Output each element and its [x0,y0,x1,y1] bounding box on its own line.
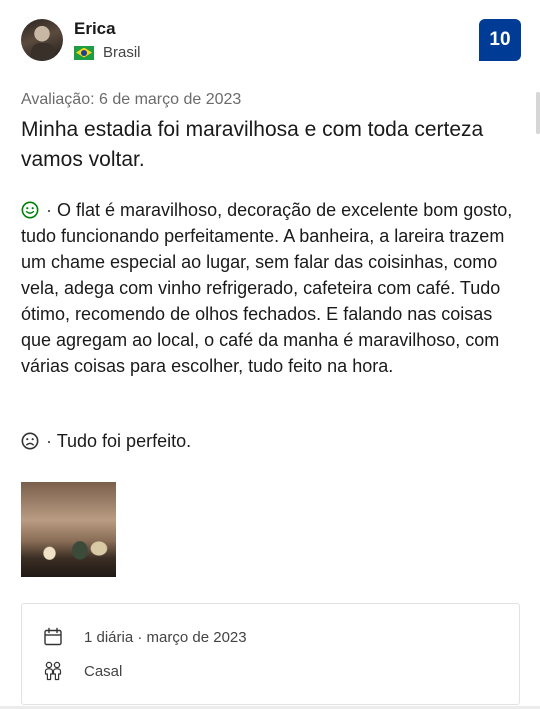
review-score-badge: 10 [479,19,521,61]
reviewer-country: Brasil [74,44,141,61]
stay-info-card: 1 diária · março de 2023 Casal [21,603,520,705]
stay-duration-row: 1 diária · março de 2023 [42,626,247,648]
smile-icon [21,201,39,219]
scrollbar[interactable] [536,92,540,134]
reviewer-country-label: Brasil [103,44,141,61]
positive-separator: · [46,200,58,220]
brazil-flag-icon [74,45,94,60]
review-date: Avaliação: 6 de março de 2023 [21,91,242,108]
calendar-icon [44,627,62,646]
positive-text: O flat é maravilhoso, decoração de excel… [21,200,513,376]
negative-separator: · [46,431,57,451]
traveler-type-row: Casal [42,660,122,682]
review-negative: · Tudo foi perfeito. [21,428,518,454]
frown-icon [21,432,39,450]
review-photo-thumbnail[interactable] [21,482,116,577]
review-positive: · O flat é maravilhoso, decoração de exc… [21,197,518,379]
stay-duration-label: 1 diária · março de 2023 [84,628,247,646]
traveler-type-label: Casal [84,662,123,680]
reviewer-avatar[interactable] [21,19,63,61]
negative-text: Tudo foi perfeito. [56,431,192,451]
review-title: Minha estadia foi maravilhosa e com toda… [21,118,484,171]
reviewer-name: Erica [74,19,116,38]
people-icon [44,661,62,681]
reviewer-header: Erica Brasil 10 [21,19,521,63]
